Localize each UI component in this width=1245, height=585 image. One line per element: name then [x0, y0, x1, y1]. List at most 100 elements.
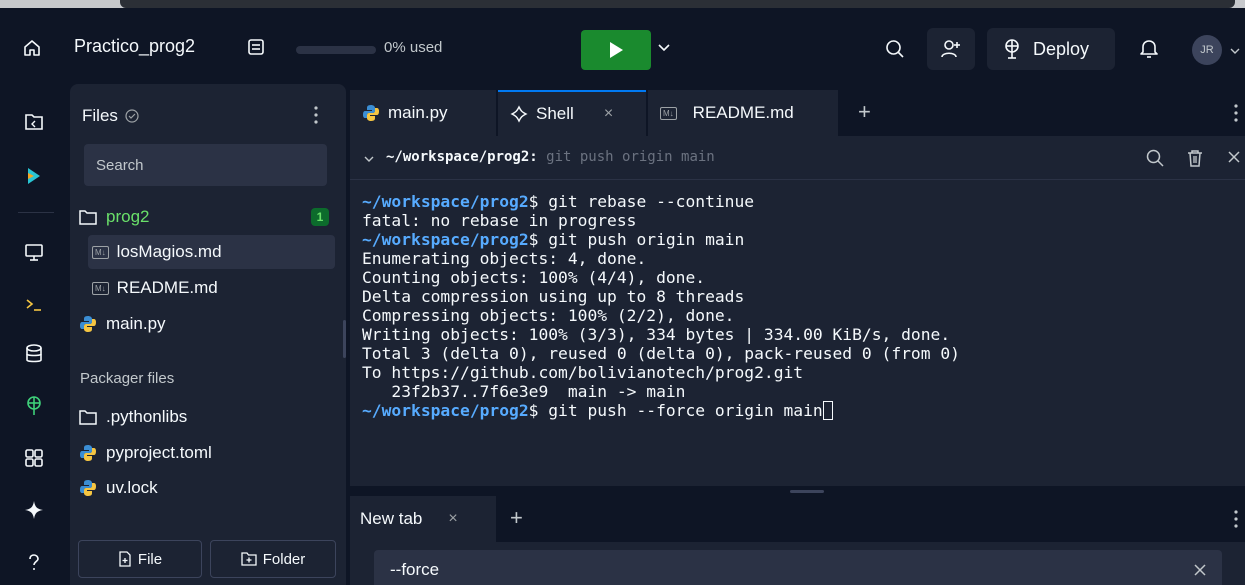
kebab-menu-icon[interactable] — [308, 104, 324, 126]
terminal-line: Counting objects: 100% (4/4), done. — [362, 268, 1242, 287]
database-icon[interactable] — [22, 342, 46, 366]
tree-item-label: uv.lock — [106, 478, 158, 497]
tree-item-prog2[interactable]: prog2 1 — [78, 200, 335, 234]
check-circle-icon — [125, 109, 139, 123]
search-input[interactable] — [84, 144, 327, 186]
terminal-text: Counting objects: 100% (4/4), done. — [362, 268, 706, 287]
folder-icon — [78, 407, 98, 427]
tab-main-py[interactable]: main.py — [350, 90, 496, 136]
deploy-button[interactable]: Deploy — [987, 28, 1115, 70]
terminal-line: ~/workspace/prog2$ git rebase --continue — [362, 192, 1242, 211]
new-file-button[interactable]: File — [78, 540, 202, 578]
agent-icon[interactable] — [22, 164, 46, 188]
invite-button[interactable] — [927, 28, 975, 70]
shell-icon — [510, 105, 528, 123]
tab-label: README.md — [692, 103, 794, 122]
terminal-text: Writing objects: 100% (3/3), 334 bytes |… — [362, 325, 951, 344]
tab-label: New tab — [360, 509, 423, 528]
bell-icon[interactable] — [1138, 37, 1160, 59]
panel-resize-handle[interactable] — [343, 320, 346, 358]
tree-item-losmagios[interactable]: M↓ losMagios.md — [88, 235, 335, 269]
search-icon[interactable] — [884, 38, 906, 60]
terminal-output[interactable]: ~/workspace/prog2$ git rebase --continue… — [362, 192, 1242, 420]
close-icon[interactable]: × — [448, 510, 457, 528]
changes-badge: 1 — [311, 208, 329, 226]
terminal-line: To https://github.com/bolivianotech/prog… — [362, 363, 1242, 382]
all-tools-icon[interactable] — [22, 446, 46, 470]
markdown-icon: M↓ — [660, 106, 677, 120]
chevron-down-icon[interactable] — [362, 152, 376, 166]
split-resize-handle[interactable] — [790, 490, 824, 493]
terminal-text: fatal: no rebase in progress — [362, 211, 637, 230]
files-title-text: Files — [82, 106, 118, 125]
new-folder-label: Folder — [262, 550, 306, 568]
terminal-line: Writing objects: 100% (3/3), 334 bytes |… — [362, 325, 1242, 344]
terminal-text: Total 3 (delta 0), reused 0 (delta 0), p… — [362, 344, 960, 363]
command-search-input[interactable] — [374, 550, 1222, 585]
chevron-down-icon[interactable] — [655, 39, 673, 57]
terminal-line: ~/workspace/prog2$ git push --force orig… — [362, 401, 1242, 420]
close-icon[interactable] — [1226, 149, 1242, 165]
python-icon — [363, 105, 379, 121]
markdown-icon: M↓ — [92, 281, 109, 295]
shell-last-command: git push origin main — [546, 149, 715, 165]
project-info-icon[interactable] — [246, 37, 266, 57]
run-button[interactable] — [581, 30, 651, 70]
play-icon — [610, 42, 623, 58]
usage-text[interactable]: 0% used — [384, 39, 442, 56]
tree-item-label: prog2 — [106, 207, 150, 226]
terminal-text: 23f2b37..7f6e3e9 main -> main — [362, 382, 686, 401]
shell-icon[interactable] — [22, 292, 46, 316]
terminal-line: Delta compression using up to 8 threads — [362, 287, 1242, 306]
tree-item-label: main.py — [106, 314, 166, 333]
folder-icon — [78, 207, 98, 227]
trash-icon[interactable] — [1185, 148, 1205, 168]
shell-pane[interactable]: ~/workspace/prog2: git push origin main … — [350, 136, 1245, 486]
terminal-prompt: ~/workspace/prog2 — [362, 230, 529, 249]
terminal-line: Compressing objects: 100% (2/2), done. — [362, 306, 1242, 325]
tree-item-uv-lock[interactable]: uv.lock — [78, 471, 335, 505]
terminal-line: fatal: no rebase in progress — [362, 211, 1242, 230]
close-icon[interactable]: × — [604, 105, 613, 123]
add-tab-icon[interactable]: + — [510, 507, 523, 529]
window-top-strip-inner — [120, 0, 1235, 8]
home-icon[interactable] — [22, 38, 42, 58]
deploy-label: Deploy — [1033, 38, 1090, 59]
usage-bar[interactable] — [296, 46, 376, 54]
help-icon[interactable] — [22, 550, 46, 574]
clear-icon[interactable] — [1192, 562, 1208, 578]
ai-icon[interactable] — [22, 498, 46, 522]
project-title[interactable]: Practico_prog2 — [74, 36, 195, 57]
tab-new-tab[interactable]: New tab × — [350, 496, 496, 542]
add-tab-icon[interactable]: + — [858, 101, 878, 123]
files-panel: Files prog2 1 M↓ losMagios.md M↓ README.… — [70, 84, 346, 585]
new-folder-button[interactable]: Folder — [210, 540, 336, 578]
kebab-menu-icon[interactable] — [1230, 508, 1242, 530]
tree-item-main-py[interactable]: main.py — [78, 307, 335, 341]
terminal-text: Delta compression using up to 8 threads — [362, 287, 745, 306]
avatar[interactable]: JR — [1192, 35, 1222, 65]
packager-files-label: Packager files — [80, 370, 175, 387]
deploy-icon[interactable] — [22, 394, 46, 418]
tree-item-pyproject[interactable]: pyproject.toml — [78, 436, 335, 470]
tab-readme[interactable]: M↓ README.md — [648, 90, 838, 136]
search-icon[interactable] — [1145, 148, 1165, 168]
new-file-icon — [119, 551, 131, 567]
files-icon[interactable] — [22, 110, 46, 134]
tree-item-label: losMagios.md — [116, 242, 222, 261]
tree-item-readme[interactable]: M↓ README.md — [88, 271, 335, 305]
terminal-prompt: ~/workspace/prog2 — [362, 401, 529, 420]
window-top-strip — [0, 0, 1245, 8]
rail-divider — [18, 212, 54, 213]
python-icon — [78, 478, 98, 498]
terminal-text: Enumerating objects: 4, done. — [362, 249, 647, 268]
markdown-icon: M↓ — [92, 245, 109, 259]
preview-icon[interactable] — [22, 240, 46, 264]
terminal-line: 23f2b37..7f6e3e9 main -> main — [362, 382, 1242, 401]
shell-header: ~/workspace/prog2: git push origin main — [350, 136, 1245, 180]
kebab-menu-icon[interactable] — [1230, 102, 1242, 124]
tree-item-pythonlibs[interactable]: .pythonlibs — [78, 400, 335, 434]
tree-item-label: README.md — [116, 278, 218, 297]
tab-shell[interactable]: Shell × — [498, 90, 646, 136]
chevron-down-icon[interactable] — [1228, 44, 1242, 58]
